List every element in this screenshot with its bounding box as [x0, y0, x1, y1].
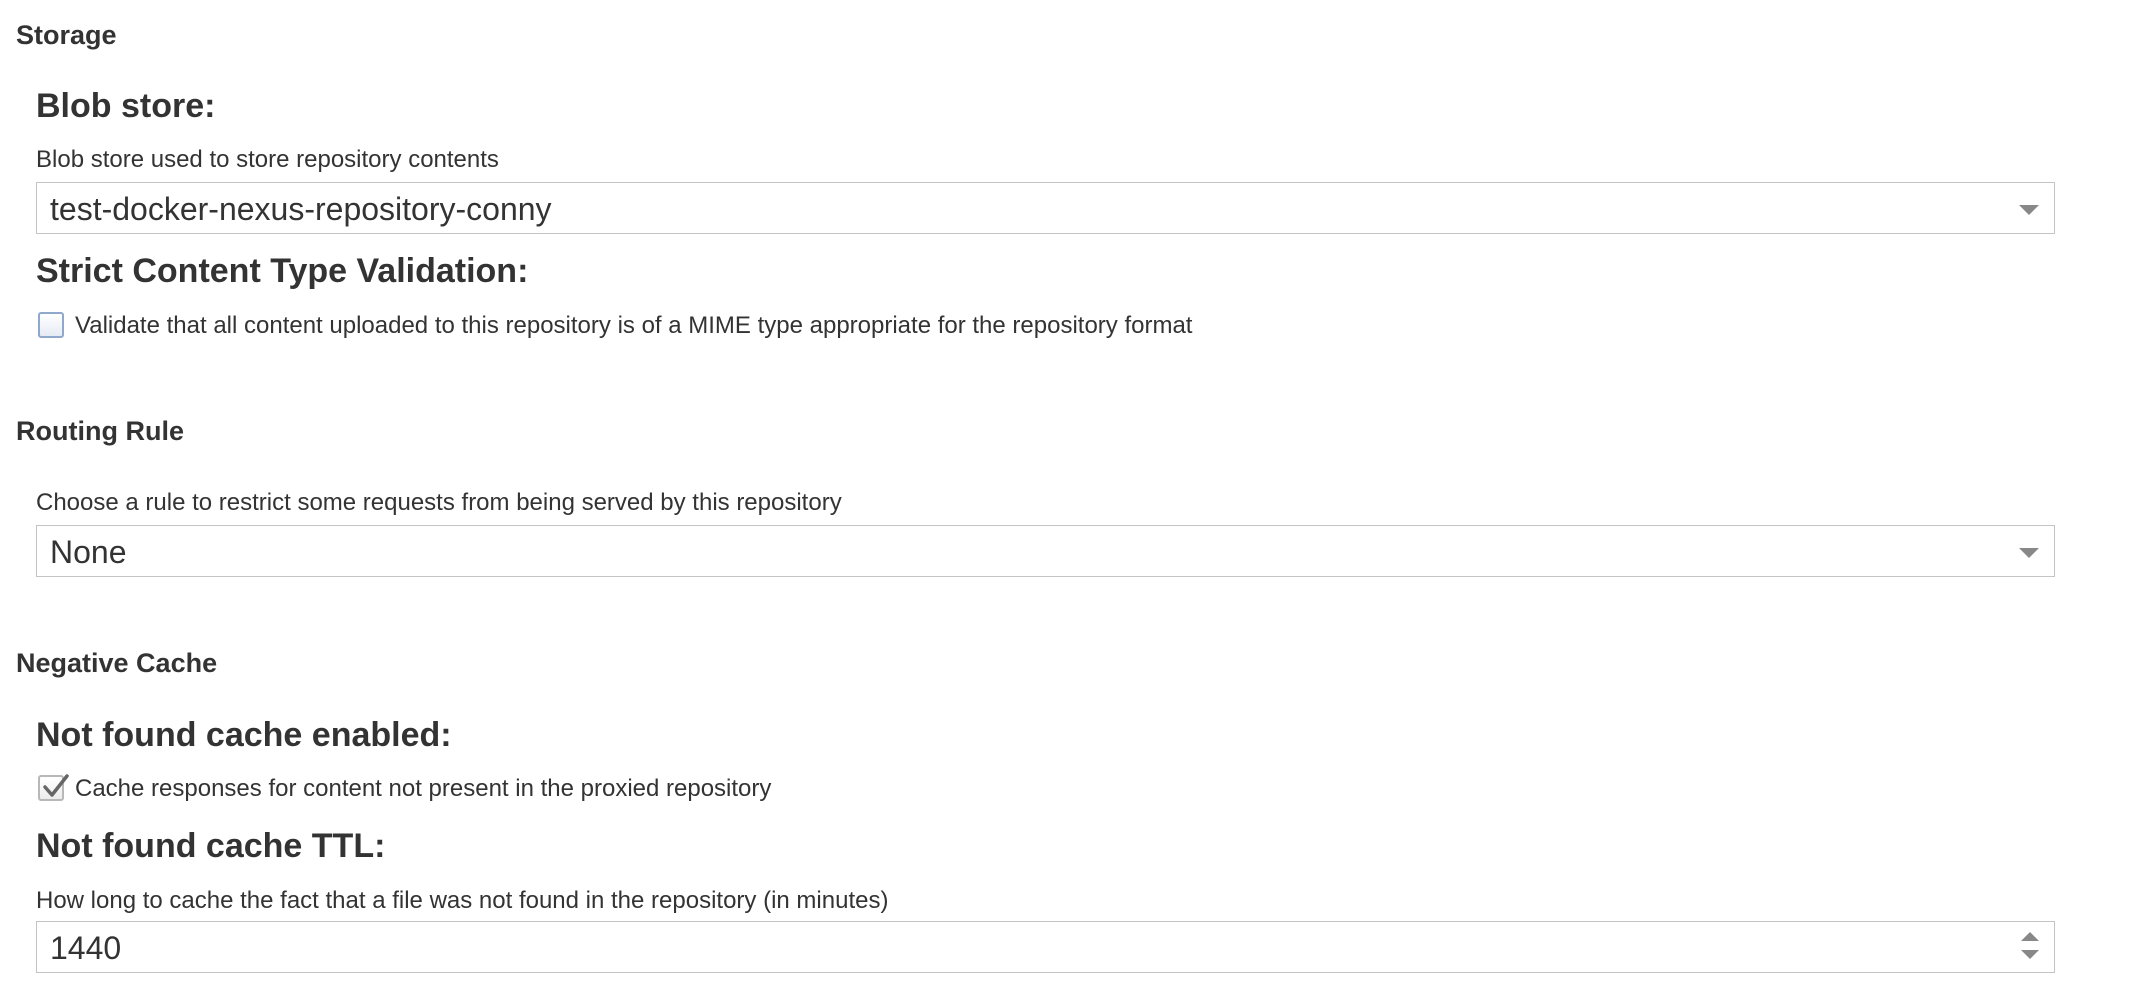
strict-validation-checkbox-label: Validate that all content uploaded to th…: [75, 312, 1193, 339]
routing-rule-help: Choose a rule to restrict some requests …: [36, 489, 842, 516]
not-found-cache-enabled-checkbox-label: Cache responses for content not present …: [75, 775, 772, 802]
blob-store-select[interactable]: test-docker-nexus-repository-conny: [36, 182, 2055, 234]
blob-store-value: test-docker-nexus-repository-conny: [50, 191, 552, 227]
blob-store-help: Blob store used to store repository cont…: [36, 146, 499, 173]
chevron-down-icon[interactable]: [2019, 205, 2039, 215]
strict-validation-label: Strict Content Type Validation:: [36, 252, 529, 290]
not-found-cache-ttl-label: Not found cache TTL:: [36, 827, 386, 865]
not-found-cache-ttl-input[interactable]: 1440: [36, 921, 2055, 973]
strict-validation-checkbox[interactable]: [38, 312, 64, 338]
not-found-cache-ttl-value: 1440: [50, 930, 122, 966]
storage-section-title: Storage: [16, 20, 117, 50]
blob-store-label: Blob store:: [36, 87, 216, 125]
not-found-cache-enabled-label: Not found cache enabled:: [36, 716, 452, 754]
not-found-cache-enabled-checkbox[interactable]: [38, 774, 69, 801]
negative-cache-section-title: Negative Cache: [16, 648, 218, 678]
routing-rule-section-title: Routing Rule: [16, 416, 184, 446]
not-found-cache-ttl-help: How long to cache the fact that a file w…: [36, 887, 889, 914]
routing-rule-value: None: [50, 534, 127, 570]
spinner-up-icon[interactable]: [2021, 932, 2039, 941]
routing-rule-select[interactable]: None: [36, 525, 2055, 577]
spinner-down-icon[interactable]: [2021, 950, 2039, 959]
checkmark-icon: [43, 774, 69, 797]
chevron-down-icon[interactable]: [2019, 548, 2039, 558]
